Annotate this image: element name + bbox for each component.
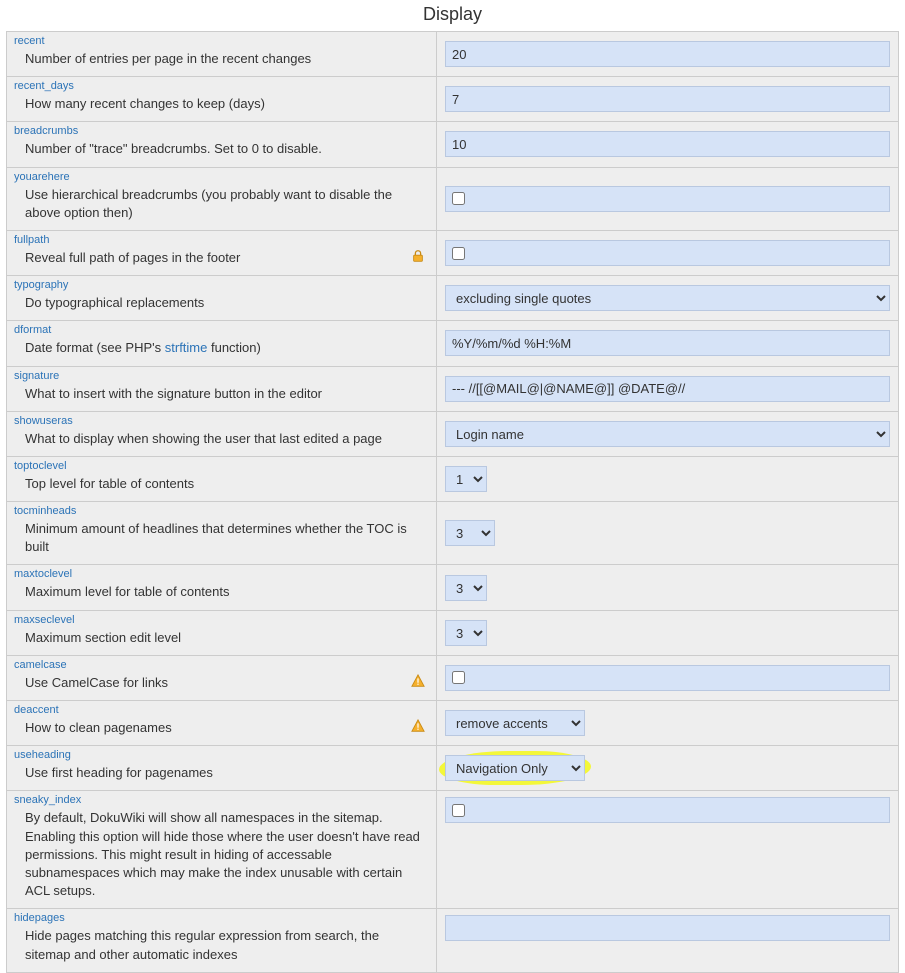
row-recent-days: recent_days How many recent changes to k… [7,77,898,122]
warning-icon [408,672,428,688]
checkbox-bar-fullpath [445,240,890,266]
key-maxtoclevel: maxtoclevel [11,568,76,580]
label-deaccent: How to clean pagenames [25,717,402,737]
label-signature: What to insert with the signature button… [25,383,428,403]
input-recent[interactable] [445,41,890,67]
key-sneaky-index: sneaky_index [11,794,85,806]
checkbox-sneaky-index[interactable] [452,804,465,817]
key-dformat: dformat [11,324,55,336]
select-toptoclevel[interactable]: 1 [445,466,487,492]
row-hidepages: hidepages Hide pages matching this regul… [7,909,898,971]
row-recent: recent Number of entries per page in the… [7,32,898,77]
select-showuseras[interactable]: Login name [445,421,890,447]
key-fullpath: fullpath [11,234,53,246]
checkbox-camelcase[interactable] [452,671,465,684]
label-breadcrumbs: Number of "trace" breadcrumbs. Set to 0 … [25,138,428,158]
label-camelcase: Use CamelCase for links [25,672,402,692]
row-fullpath: fullpath Reveal full path of pages in th… [7,231,898,276]
key-breadcrumbs: breadcrumbs [11,125,82,137]
input-breadcrumbs[interactable] [445,131,890,157]
key-deaccent: deaccent [11,704,63,716]
label-recent-days: How many recent changes to keep (days) [25,93,428,113]
label-toptoclevel: Top level for table of contents [25,473,428,493]
checkbox-youarehere[interactable] [452,192,465,205]
checkbox-bar-sneaky-index [445,797,890,823]
select-deaccent[interactable]: remove accents [445,710,585,736]
key-maxseclevel: maxseclevel [11,614,79,626]
label-maxseclevel: Maximum section edit level [25,627,428,647]
select-maxseclevel[interactable]: 3 [445,620,487,646]
key-youarehere: youarehere [11,171,74,183]
key-recent: recent [11,35,49,47]
label-useheading: Use first heading for pagenames [25,762,428,782]
checkbox-fullpath[interactable] [452,247,465,260]
label-youarehere: Use hierarchical breadcrumbs (you probab… [25,184,428,222]
warning-icon [408,717,428,733]
row-maxseclevel: maxseclevel Maximum section edit level 3 [7,611,898,656]
row-deaccent: deaccent How to clean pagenames remove a… [7,701,898,746]
lock-icon [408,247,428,263]
row-maxtoclevel: maxtoclevel Maximum level for table of c… [7,565,898,610]
key-useheading: useheading [11,749,75,761]
row-youarehere: youarehere Use hierarchical breadcrumbs … [7,168,898,231]
row-camelcase: camelcase Use CamelCase for links [7,656,898,701]
display-fieldset: recent Number of entries per page in the… [6,31,899,973]
label-typography: Do typographical replacements [25,292,428,312]
key-toptoclevel: toptoclevel [11,460,71,472]
row-useheading: useheading Use first heading for pagenam… [7,746,898,791]
label-showuseras: What to display when showing the user th… [25,428,428,448]
key-hidepages: hidepages [11,912,69,924]
label-fullpath: Reveal full path of pages in the footer [25,247,402,267]
key-recent-days: recent_days [11,80,78,92]
select-typography[interactable]: excluding single quotes [445,285,890,311]
input-recent-days[interactable] [445,86,890,112]
key-typography: typography [11,279,72,291]
input-hidepages[interactable] [445,915,890,941]
checkbox-bar-youarehere [445,186,890,212]
row-dformat: dformat Date format (see PHP's strftime … [7,321,898,366]
select-useheading[interactable]: Navigation Only [445,755,585,781]
link-strftime[interactable]: strftime [165,340,208,355]
key-showuseras: showuseras [11,415,77,427]
label-tocminheads: Minimum amount of headlines that determi… [25,518,428,556]
row-sneaky-index: sneaky_index By default, DokuWiki will s… [7,791,898,909]
row-toptoclevel: toptoclevel Top level for table of conte… [7,457,898,502]
label-recent: Number of entries per page in the recent… [25,48,428,68]
input-dformat[interactable] [445,330,890,356]
label-sneaky-index: By default, DokuWiki will show all names… [25,807,428,900]
key-tocminheads: tocminheads [11,505,80,517]
row-breadcrumbs: breadcrumbs Number of "trace" breadcrumb… [7,122,898,167]
row-signature: signature What to insert with the signat… [7,367,898,412]
checkbox-bar-camelcase [445,665,890,691]
row-typography: typography Do typographical replacements… [7,276,898,321]
input-signature[interactable] [445,376,890,402]
section-title: Display [6,4,899,25]
label-maxtoclevel: Maximum level for table of contents [25,581,428,601]
key-camelcase: camelcase [11,659,71,671]
label-dformat: Date format (see PHP's strftime function… [25,337,428,357]
select-tocminheads[interactable]: 3 [445,520,495,546]
select-maxtoclevel[interactable]: 3 [445,575,487,601]
highlight-useheading: Navigation Only [445,755,585,781]
row-showuseras: showuseras What to display when showing … [7,412,898,457]
key-signature: signature [11,370,63,382]
label-hidepages: Hide pages matching this regular express… [25,925,428,963]
row-tocminheads: tocminheads Minimum amount of headlines … [7,502,898,565]
